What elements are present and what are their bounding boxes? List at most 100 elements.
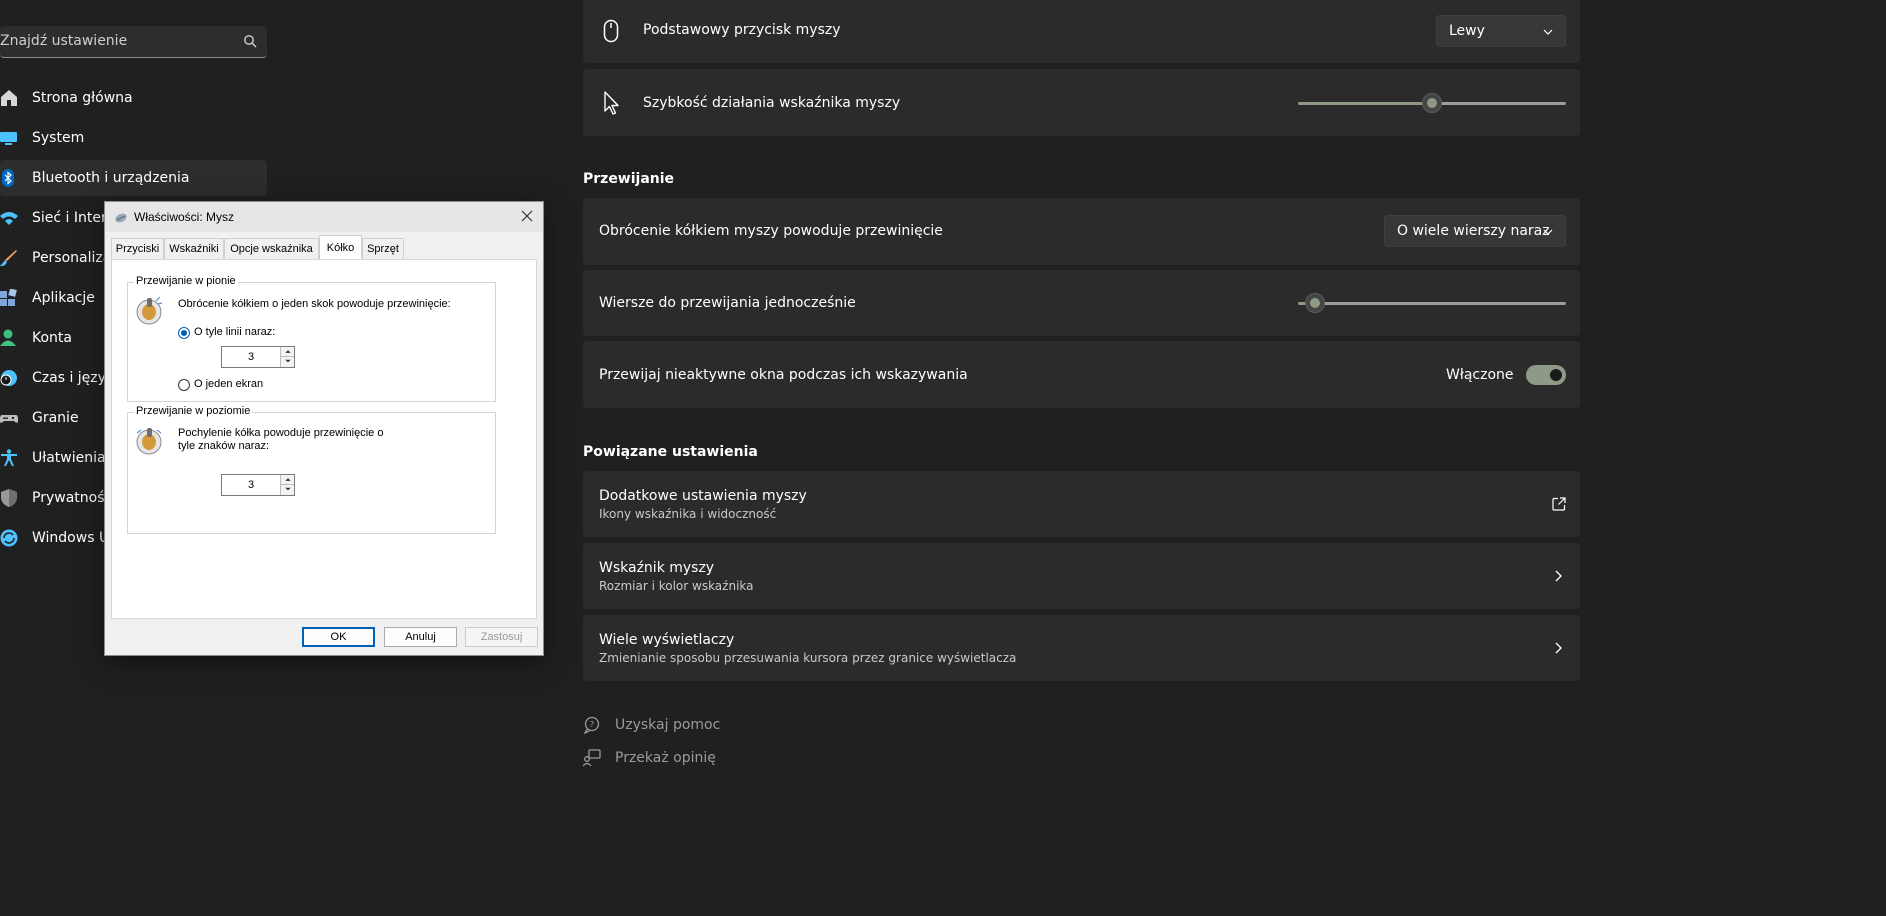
sidebar-item-label: Windows U — [32, 530, 110, 546]
mouse-wheel-icon — [136, 296, 163, 325]
pointer-speed-label: Szybkość działania wskaźnika myszy — [643, 95, 901, 111]
sidebar-item-label: Prywatność — [32, 490, 113, 506]
related-mouse-pointer[interactable]: Wskaźnik myszy Rozmiar i kolor wskaźnika — [583, 543, 1580, 609]
horizontal-scroll-description-line1: Pochylenie kółka powoduje przewinięcie o — [178, 427, 384, 439]
wheel-scroll-value: O wiele wierszy naraz — [1397, 223, 1550, 239]
primary-button-value: Lewy — [1449, 23, 1485, 39]
help-chat-icon: ? — [583, 716, 600, 734]
ok-button[interactable]: OK — [302, 627, 375, 647]
tab-buttons[interactable]: Przyciski — [111, 238, 164, 259]
update-icon — [0, 529, 18, 547]
svg-text:?: ? — [590, 720, 594, 729]
horizontal-scroll-description-line2: tyle znaków naraz: — [178, 440, 270, 452]
related-title: Dodatkowe ustawienia myszy — [599, 488, 807, 504]
wifi-icon — [0, 212, 18, 225]
accessibility-icon — [1, 449, 17, 466]
caret-up-icon — [285, 478, 291, 481]
primary-button-card: Podstawowy przycisk myszy Lewy — [583, 0, 1580, 63]
wheel-scroll-label: Obrócenie kółkiem myszy powoduje przewin… — [599, 223, 943, 239]
tab-hardware[interactable]: Sprzęt — [362, 238, 404, 259]
primary-button-dropdown[interactable]: Lewy — [1436, 15, 1566, 47]
pointer-speed-slider[interactable] — [1298, 93, 1566, 113]
slider-track — [1432, 102, 1566, 105]
lines-to-scroll-slider[interactable] — [1298, 293, 1566, 313]
stepper-up-button[interactable] — [280, 475, 294, 485]
tab-pointer-options[interactable]: Opcje wskaźnika — [224, 238, 319, 259]
dialog-title-bar[interactable]: Właściwości: Mysz — [105, 202, 543, 232]
shield-icon — [1, 489, 17, 507]
horizontal-scroll-group: Przewijanie w poziomie Pochylenie kółka … — [127, 405, 496, 534]
caret-down-icon — [285, 359, 291, 363]
sidebar-item-label: Konta — [32, 330, 72, 346]
related-subtitle: Ikony wskaźnika i widoczność — [599, 507, 777, 521]
horizontal-chars-input[interactable] — [222, 475, 280, 495]
vertical-lines-input[interactable] — [222, 347, 280, 367]
brush-icon — [0, 250, 17, 267]
chevron-down-icon — [1543, 229, 1553, 235]
chevron-right-icon — [1555, 570, 1562, 582]
horizontal-scroll-title: Przewijanie w poziomie — [134, 405, 253, 417]
home-icon — [1, 90, 17, 106]
related-subtitle: Rozmiar i kolor wskaźnika — [599, 579, 754, 593]
related-multiple-displays[interactable]: Wiele wyświetlaczy Zmienianie sposobu pr… — [583, 615, 1580, 681]
sidebar-item-home[interactable]: Strona główna — [0, 80, 267, 116]
external-link-icon — [1552, 497, 1566, 511]
one-screen-radio[interactable] — [178, 379, 190, 391]
pointer-speed-card: Szybkość działania wskaźnika myszy — [583, 69, 1580, 136]
related-section-title: Powiązane ustawienia — [583, 444, 758, 460]
settings-search[interactable] — [0, 26, 267, 58]
inactive-scroll-card: Przewijaj nieaktywne okna podczas ich ws… — [583, 341, 1580, 408]
slider-thumb[interactable] — [1305, 293, 1325, 313]
vertical-scroll-group: Przewijanie w pionie Obrócenie kółkiem o… — [127, 275, 496, 402]
wheel-tab-page: Przewijanie w pionie Obrócenie kółkiem o… — [111, 259, 537, 619]
stepper-up-button[interactable] — [280, 347, 294, 357]
clock-globe-icon — [0, 370, 17, 386]
stepper-down-button[interactable] — [280, 485, 294, 495]
lines-to-scroll-card: Wiersze do przewijania jednocześnie — [583, 270, 1580, 336]
vertical-scroll-description: Obrócenie kółkiem o jeden skok powoduje … — [178, 298, 451, 310]
apps-icon — [0, 289, 17, 306]
get-help-link[interactable]: ? Uzyskaj pomoc — [583, 716, 720, 734]
chevron-down-icon — [1543, 29, 1553, 35]
wheel-scroll-card: Obrócenie kółkiem myszy powoduje przewin… — [583, 198, 1580, 265]
search-input[interactable] — [0, 26, 230, 56]
caret-down-icon — [285, 487, 291, 491]
feedback-text: Przekaż opinię — [615, 750, 716, 766]
wheel-scroll-dropdown[interactable]: O wiele wierszy naraz — [1384, 215, 1566, 247]
vertical-lines-stepper[interactable] — [221, 346, 295, 368]
caret-up-icon — [285, 350, 291, 353]
pointer-icon — [604, 91, 619, 115]
sidebar-item-label: Strona główna — [32, 90, 133, 106]
tab-wheel[interactable]: Kółko — [319, 235, 362, 259]
lines-at-a-time-radio[interactable] — [178, 327, 190, 339]
feedback-link[interactable]: Przekaż opinię — [583, 749, 716, 767]
sidebar-item-label: System — [32, 130, 85, 146]
close-icon[interactable] — [519, 208, 535, 224]
person-icon — [0, 329, 16, 346]
sidebar-item-bluetooth[interactable]: Bluetooth i urządzenia — [0, 160, 267, 196]
tab-pointers[interactable]: Wskaźniki — [164, 238, 224, 259]
search-icon[interactable] — [243, 34, 257, 48]
cancel-button[interactable]: Anuluj — [384, 627, 457, 647]
related-title: Wskaźnik myszy — [599, 560, 715, 576]
inactive-scroll-state: Włączone — [1446, 367, 1514, 383]
inactive-scroll-toggle[interactable] — [1526, 365, 1566, 385]
sidebar-item-label: Aplikacje — [32, 290, 95, 306]
primary-button-label: Podstawowy przycisk myszy — [643, 22, 841, 38]
sidebar-item-system[interactable]: System — [0, 120, 267, 156]
chevron-right-icon — [1555, 642, 1562, 654]
mouse-icon — [603, 19, 619, 43]
sidebar-item-label: Granie — [32, 410, 79, 426]
related-additional-mouse-settings[interactable]: Dodatkowe ustawienia myszy Ikony wskaźni… — [583, 471, 1580, 537]
apply-button[interactable]: Zastosuj — [465, 627, 538, 647]
stepper-down-button[interactable] — [280, 357, 294, 367]
lines-to-scroll-label: Wiersze do przewijania jednocześnie — [599, 295, 856, 311]
slider-thumb[interactable] — [1422, 93, 1442, 113]
sidebar-item-label: Bluetooth i urządzenia — [32, 170, 190, 186]
bluetooth-icon — [2, 169, 14, 187]
one-screen-label: O jeden ekran — [194, 378, 264, 390]
slider-track-filled — [1298, 102, 1432, 105]
monitor-icon — [0, 132, 17, 145]
horizontal-chars-stepper[interactable] — [221, 474, 295, 496]
lines-at-a-time-label: O tyle linii naraz: — [194, 326, 276, 338]
